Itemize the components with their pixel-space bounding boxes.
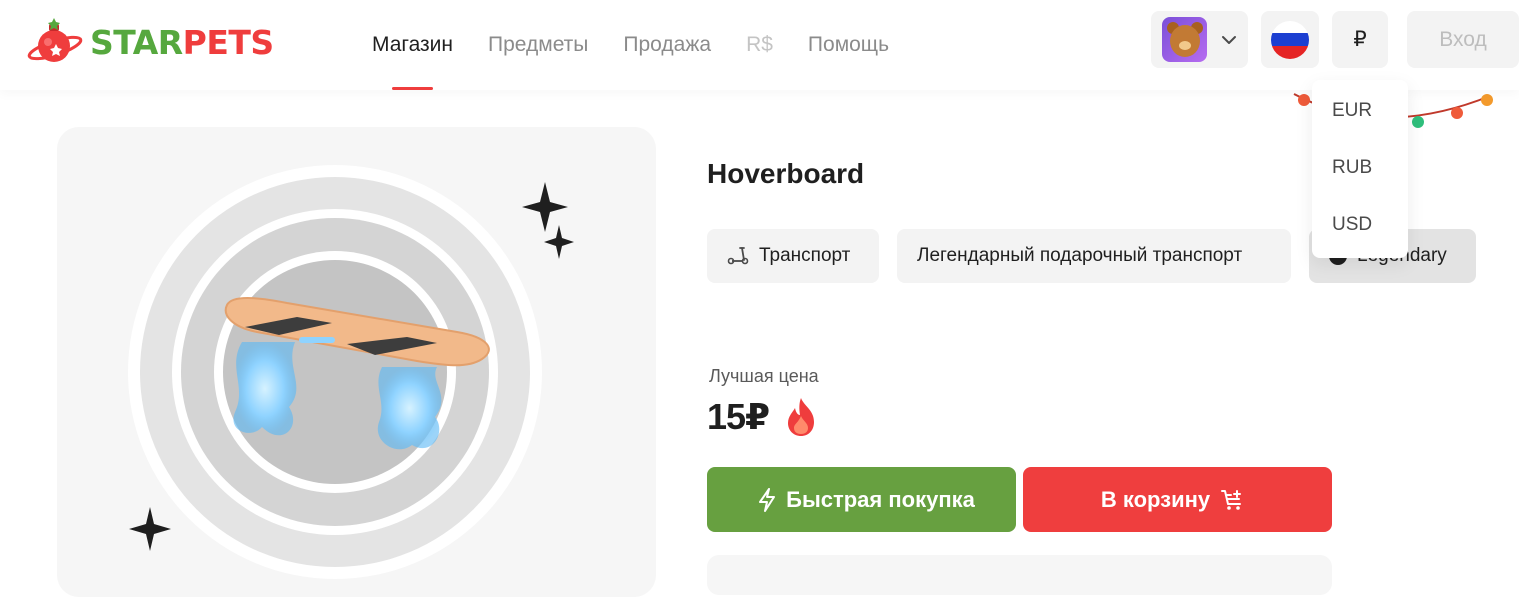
logo-star-text: STAR: [90, 22, 183, 62]
nav-item-robux[interactable]: R$: [746, 0, 773, 90]
lightning-icon: [759, 487, 776, 512]
tag-type-label: Легендарный подарочный транспорт: [917, 245, 1243, 266]
bear-avatar-icon: [1162, 17, 1207, 62]
currency-button[interactable]: ₽: [1332, 11, 1388, 68]
scooter-icon: [727, 247, 749, 265]
tag-category-label: Транспорт: [759, 245, 851, 266]
login-button[interactable]: Вход: [1407, 11, 1519, 68]
nav-item-items[interactable]: Предметы: [488, 0, 588, 90]
hoverboard-image: [128, 165, 574, 579]
site-header: STARPETS Магазин Предметы Продажа R$ Пом…: [0, 0, 1519, 90]
price-value: 15₽: [707, 396, 770, 437]
product-image-card: [57, 127, 656, 597]
fire-icon: [788, 398, 814, 436]
quick-buy-button[interactable]: Быстрая покупка: [707, 467, 1016, 532]
add-to-cart-label: В корзину: [1100, 486, 1211, 512]
quick-buy-label: Быстрая покупка: [786, 486, 975, 512]
currency-option-eur[interactable]: EUR: [1312, 82, 1408, 139]
currency-dropdown: EUR RUB USD: [1312, 80, 1408, 258]
main-nav: Магазин Предметы Продажа R$ Помощь: [372, 0, 924, 90]
logo-wordmark: STARPETS: [90, 26, 274, 59]
language-button[interactable]: [1261, 11, 1319, 68]
tag-category[interactable]: Транспорт: [707, 229, 879, 283]
product-title: Hoverboard: [707, 158, 865, 189]
starpets-logo[interactable]: STARPETS: [26, 14, 274, 70]
cart-plus-icon: [1221, 489, 1242, 510]
nav-item-shop[interactable]: Магазин: [372, 0, 453, 90]
best-price-label: Лучшая цена: [709, 366, 819, 386]
nav-item-sell[interactable]: Продажа: [623, 0, 711, 90]
tag-type[interactable]: Легендарный подарочный транспорт: [897, 229, 1291, 283]
russia-flag-icon: [1271, 20, 1309, 59]
offers-panel: [707, 555, 1332, 595]
avatar-menu-button[interactable]: [1151, 11, 1248, 68]
chevron-down-icon: [1222, 35, 1236, 44]
ornament-logo-icon: [27, 18, 83, 62]
currency-option-usd[interactable]: USD: [1312, 196, 1408, 253]
currency-option-rub[interactable]: RUB: [1312, 139, 1408, 196]
logo-pets-text: PETS: [182, 22, 275, 62]
nav-item-help[interactable]: Помощь: [808, 0, 889, 90]
add-to-cart-button[interactable]: В корзину: [1023, 467, 1332, 532]
